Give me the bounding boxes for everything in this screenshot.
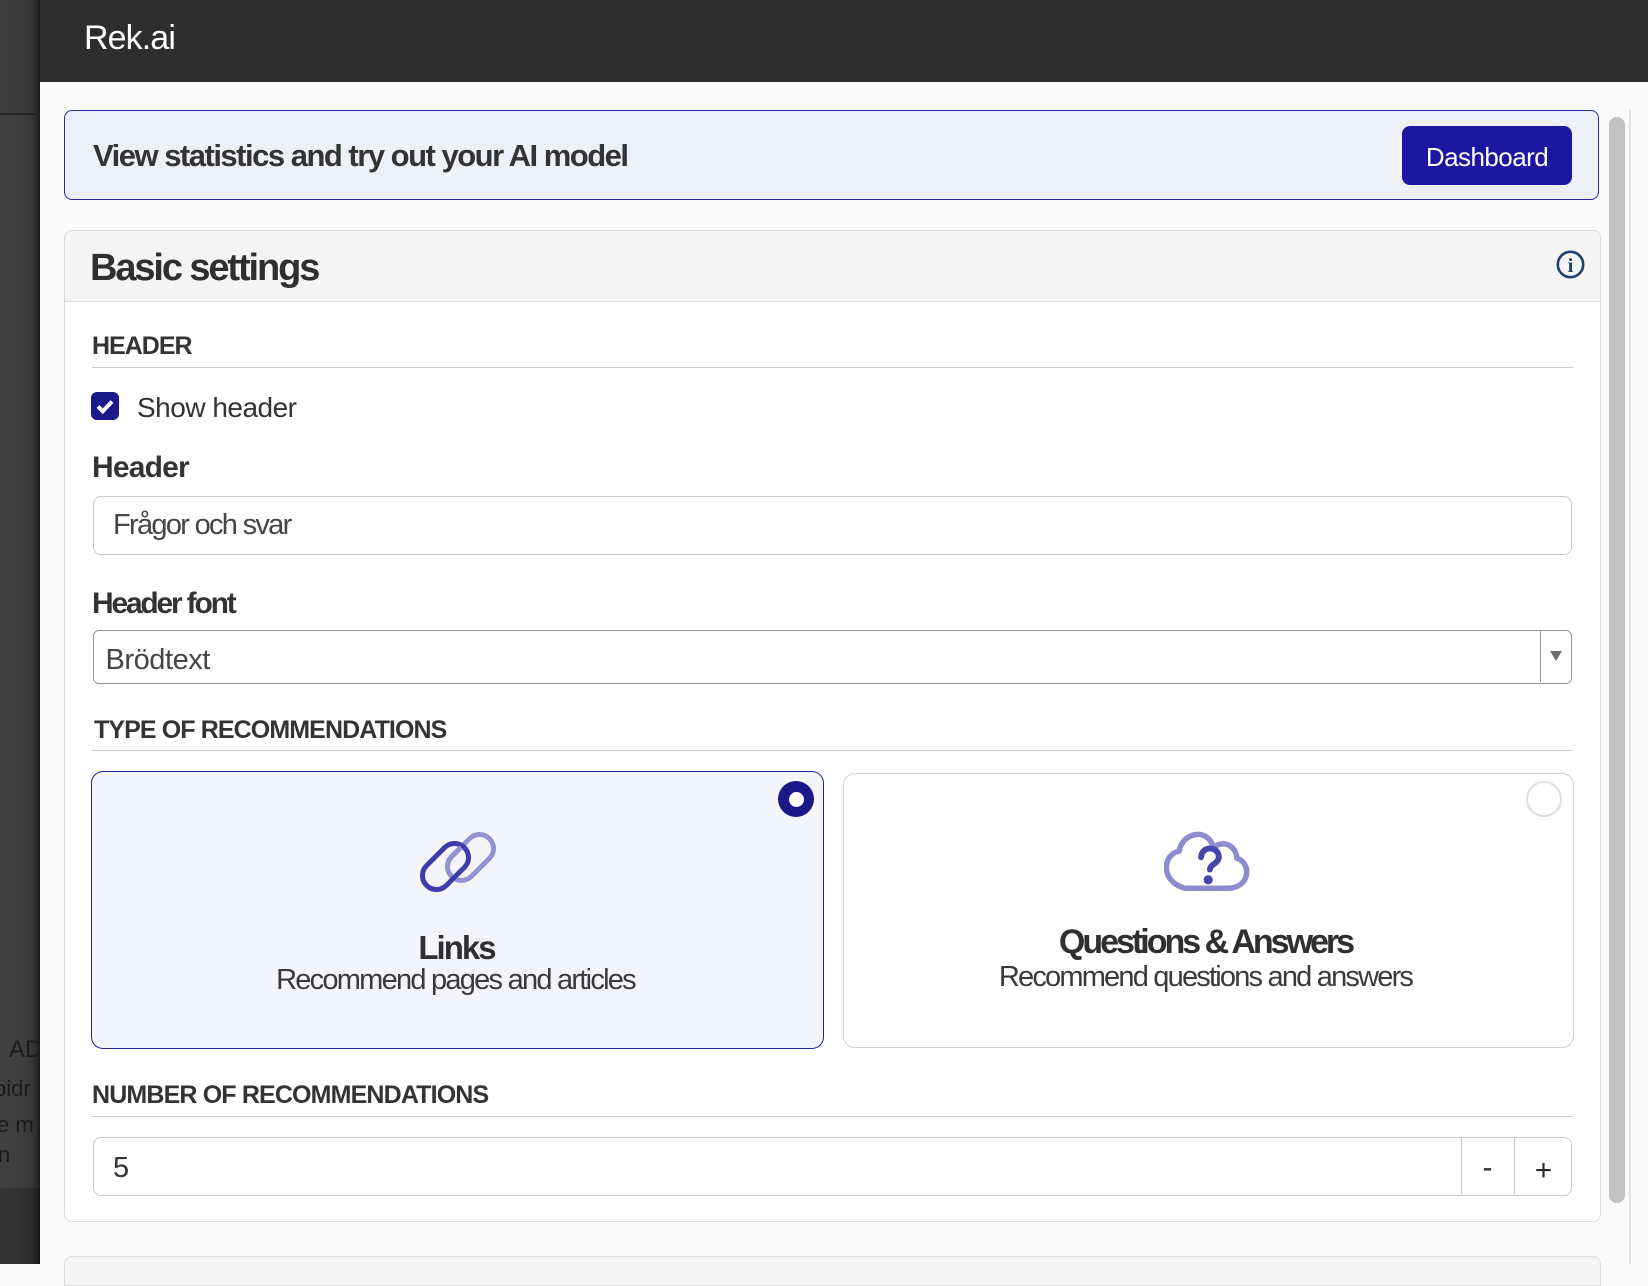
svg-text:i: i — [1568, 255, 1574, 277]
